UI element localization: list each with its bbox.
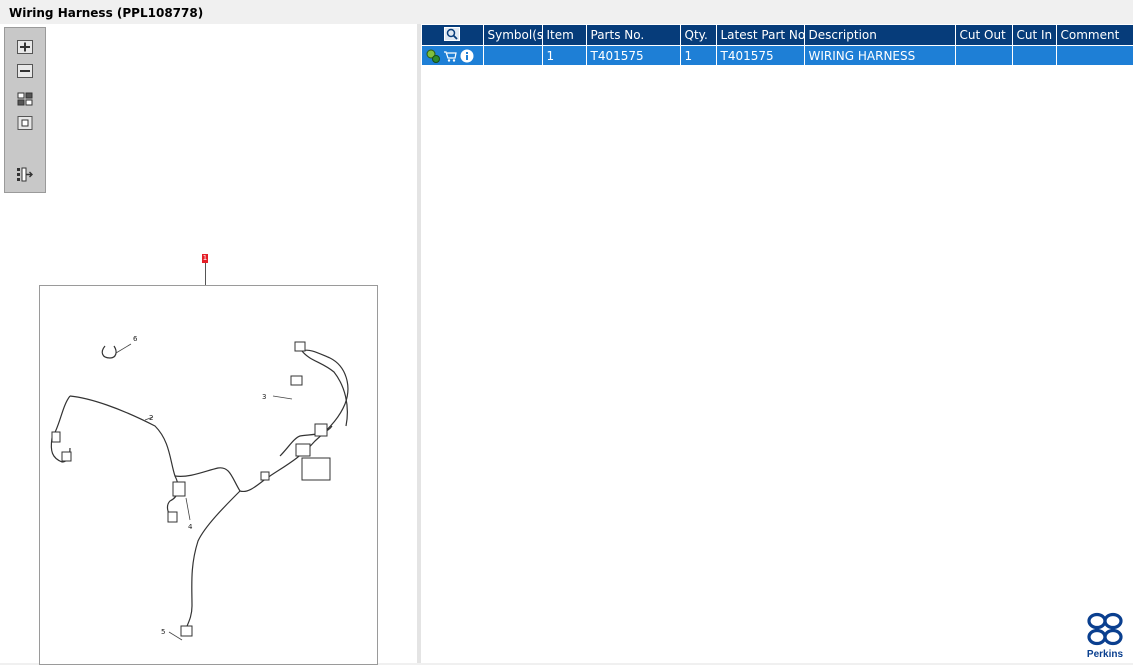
column-header-actions[interactable]	[422, 25, 484, 46]
cell-symbols	[483, 45, 543, 65]
cell-latest-part-no: T401575	[716, 45, 805, 65]
exploded-view-drawing[interactable]: 6 2 3 4 5	[39, 285, 378, 665]
diagram-toolbar	[4, 27, 46, 193]
table-header-row: Symbol(s) Item Parts No. Qty. Latest Par…	[422, 25, 1133, 46]
cell-cut-in	[1012, 45, 1057, 65]
part-label-5: 5	[161, 628, 165, 636]
window-title: Wiring Harness (PPL108778)	[0, 0, 1133, 24]
perkins-logo: Perkins	[1084, 612, 1126, 660]
column-header-cut-in[interactable]: Cut In	[1012, 25, 1057, 46]
cell-cut-out	[955, 45, 1013, 65]
fit-window-button[interactable]	[16, 91, 34, 107]
cell-description: WIRING HARNESS	[804, 45, 956, 65]
search-parts-icon	[444, 26, 461, 41]
info-icon[interactable]	[460, 49, 474, 63]
actual-size-button[interactable]	[16, 115, 34, 131]
column-header-latest-part-no[interactable]: Latest Part No.	[716, 25, 805, 46]
actual-size-icon	[17, 116, 33, 130]
fit-window-icon	[17, 92, 33, 106]
parts-list-pane: Symbol(s) Item Parts No. Qty. Latest Par…	[421, 24, 1133, 663]
column-header-symbols[interactable]: Symbol(s)	[483, 25, 543, 46]
part-label-4: 4	[188, 523, 193, 531]
zoom-out-icon	[17, 64, 33, 78]
logo-text: Perkins	[1086, 649, 1124, 660]
column-header-description[interactable]: Description	[804, 25, 956, 46]
part-details-icon[interactable]	[426, 49, 440, 63]
cell-item: 1	[542, 45, 587, 65]
column-header-parts-no[interactable]: Parts No.	[586, 25, 681, 46]
table-row[interactable]: 1 T401575 1 T401575 WIRING HARNESS	[422, 45, 1133, 65]
export-list-icon	[17, 167, 33, 182]
export-list-button[interactable]	[16, 167, 34, 183]
column-header-qty[interactable]: Qty.	[680, 25, 717, 46]
part-label-6: 6	[133, 335, 138, 343]
diagram-pane[interactable]: 1 6 2 3 4 5	[0, 24, 417, 665]
column-header-comment[interactable]: Comment	[1056, 25, 1133, 46]
column-header-item[interactable]: Item	[542, 25, 587, 46]
zoom-in-button[interactable]	[16, 39, 34, 55]
column-header-cut-out[interactable]: Cut Out	[955, 25, 1013, 46]
parts-table: Symbol(s) Item Parts No. Qty. Latest Par…	[422, 25, 1133, 65]
cell-qty: 1	[680, 45, 717, 65]
zoom-out-button[interactable]	[16, 63, 34, 79]
wiring-harness-diagram: 6 2 3 4 5	[50, 335, 349, 641]
callout-tag-1[interactable]: 1	[202, 254, 208, 263]
cell-parts-no: T401575	[586, 45, 681, 65]
cell-comment	[1056, 45, 1133, 65]
perkins-emblem-icon	[1087, 612, 1123, 646]
part-label-2: 2	[149, 414, 153, 422]
add-to-cart-icon[interactable]	[443, 49, 457, 63]
zoom-in-icon	[17, 40, 33, 54]
part-label-3: 3	[262, 393, 266, 401]
callout-leader	[205, 263, 206, 285]
row-actions-cell	[422, 45, 484, 65]
